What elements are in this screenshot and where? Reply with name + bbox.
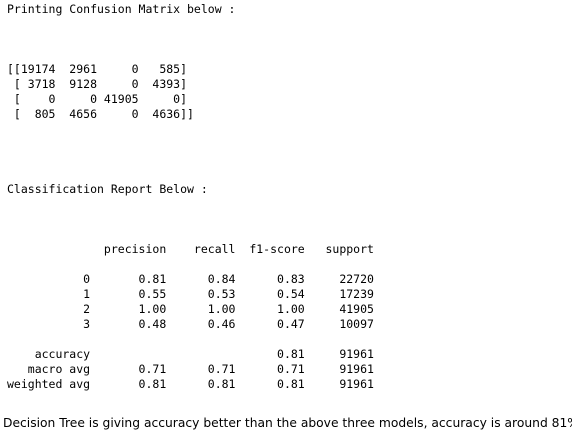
report-column-header: precision recall f1-score support	[7, 242, 374, 256]
matrix-row: [ 805 4656 0 4636]]	[7, 107, 194, 121]
confusion-matrix-heading: Printing Confusion Matrix below :	[7, 2, 236, 16]
matrix-row: [[19174 2961 0 585]	[7, 62, 188, 76]
classification-report-heading: Classification Report Below :	[7, 182, 208, 196]
report-row: 3 0.48 0.46 0.47 10097	[7, 317, 374, 331]
report-row: 0 0.81 0.84 0.83 22720	[7, 272, 374, 286]
report-row: 1 0.55 0.53 0.54 17239	[7, 287, 374, 301]
summary-row: weighted avg 0.81 0.81 0.81 91961	[7, 377, 374, 391]
report-row: 2 1.00 1.00 1.00 41905	[7, 302, 374, 316]
summary-row: macro avg 0.71 0.71 0.71 91961	[7, 362, 374, 376]
matrix-row: [ 3718 9128 0 4393]	[7, 77, 188, 91]
conclusion-text: Decision Tree is giving accuracy better …	[3, 416, 572, 430]
report-summary-rows: accuracy 0.81 91961 macro avg 0.71 0.71 …	[7, 347, 374, 392]
matrix-row: [ 0 0 41905 0]	[7, 92, 188, 106]
report-class-rows: 0 0.81 0.84 0.83 22720 1 0.55 0.53 0.54 …	[7, 272, 374, 332]
summary-row: accuracy 0.81 91961	[7, 347, 374, 361]
confusion-matrix: [[19174 2961 0 585] [ 3718 9128 0 4393] …	[7, 62, 194, 122]
